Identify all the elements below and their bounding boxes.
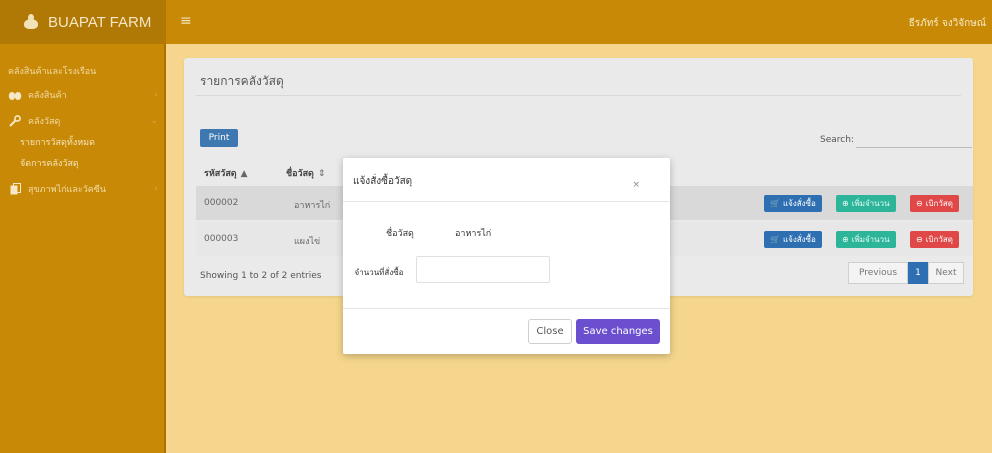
material-name-value: อาหารไก่ [455, 229, 492, 239]
divider [343, 308, 670, 309]
order-modal: แจ้งสั่งซื้อวัสดุ × ชื่อวัสดุ อาหารไก่ จ… [343, 158, 670, 354]
close-button[interactable]: Close [528, 319, 572, 344]
order-quantity-input[interactable] [416, 256, 550, 283]
material-name-label: ชื่อวัสดุ [386, 229, 414, 239]
modal-title: แจ้งสั่งซื้อวัสดุ [353, 176, 413, 187]
order-quantity-label: จำนวนที่สั่งซื้อ [354, 268, 404, 277]
divider [343, 201, 670, 202]
close-icon[interactable]: × [632, 180, 640, 190]
save-changes-button[interactable]: Save changes [576, 319, 660, 344]
